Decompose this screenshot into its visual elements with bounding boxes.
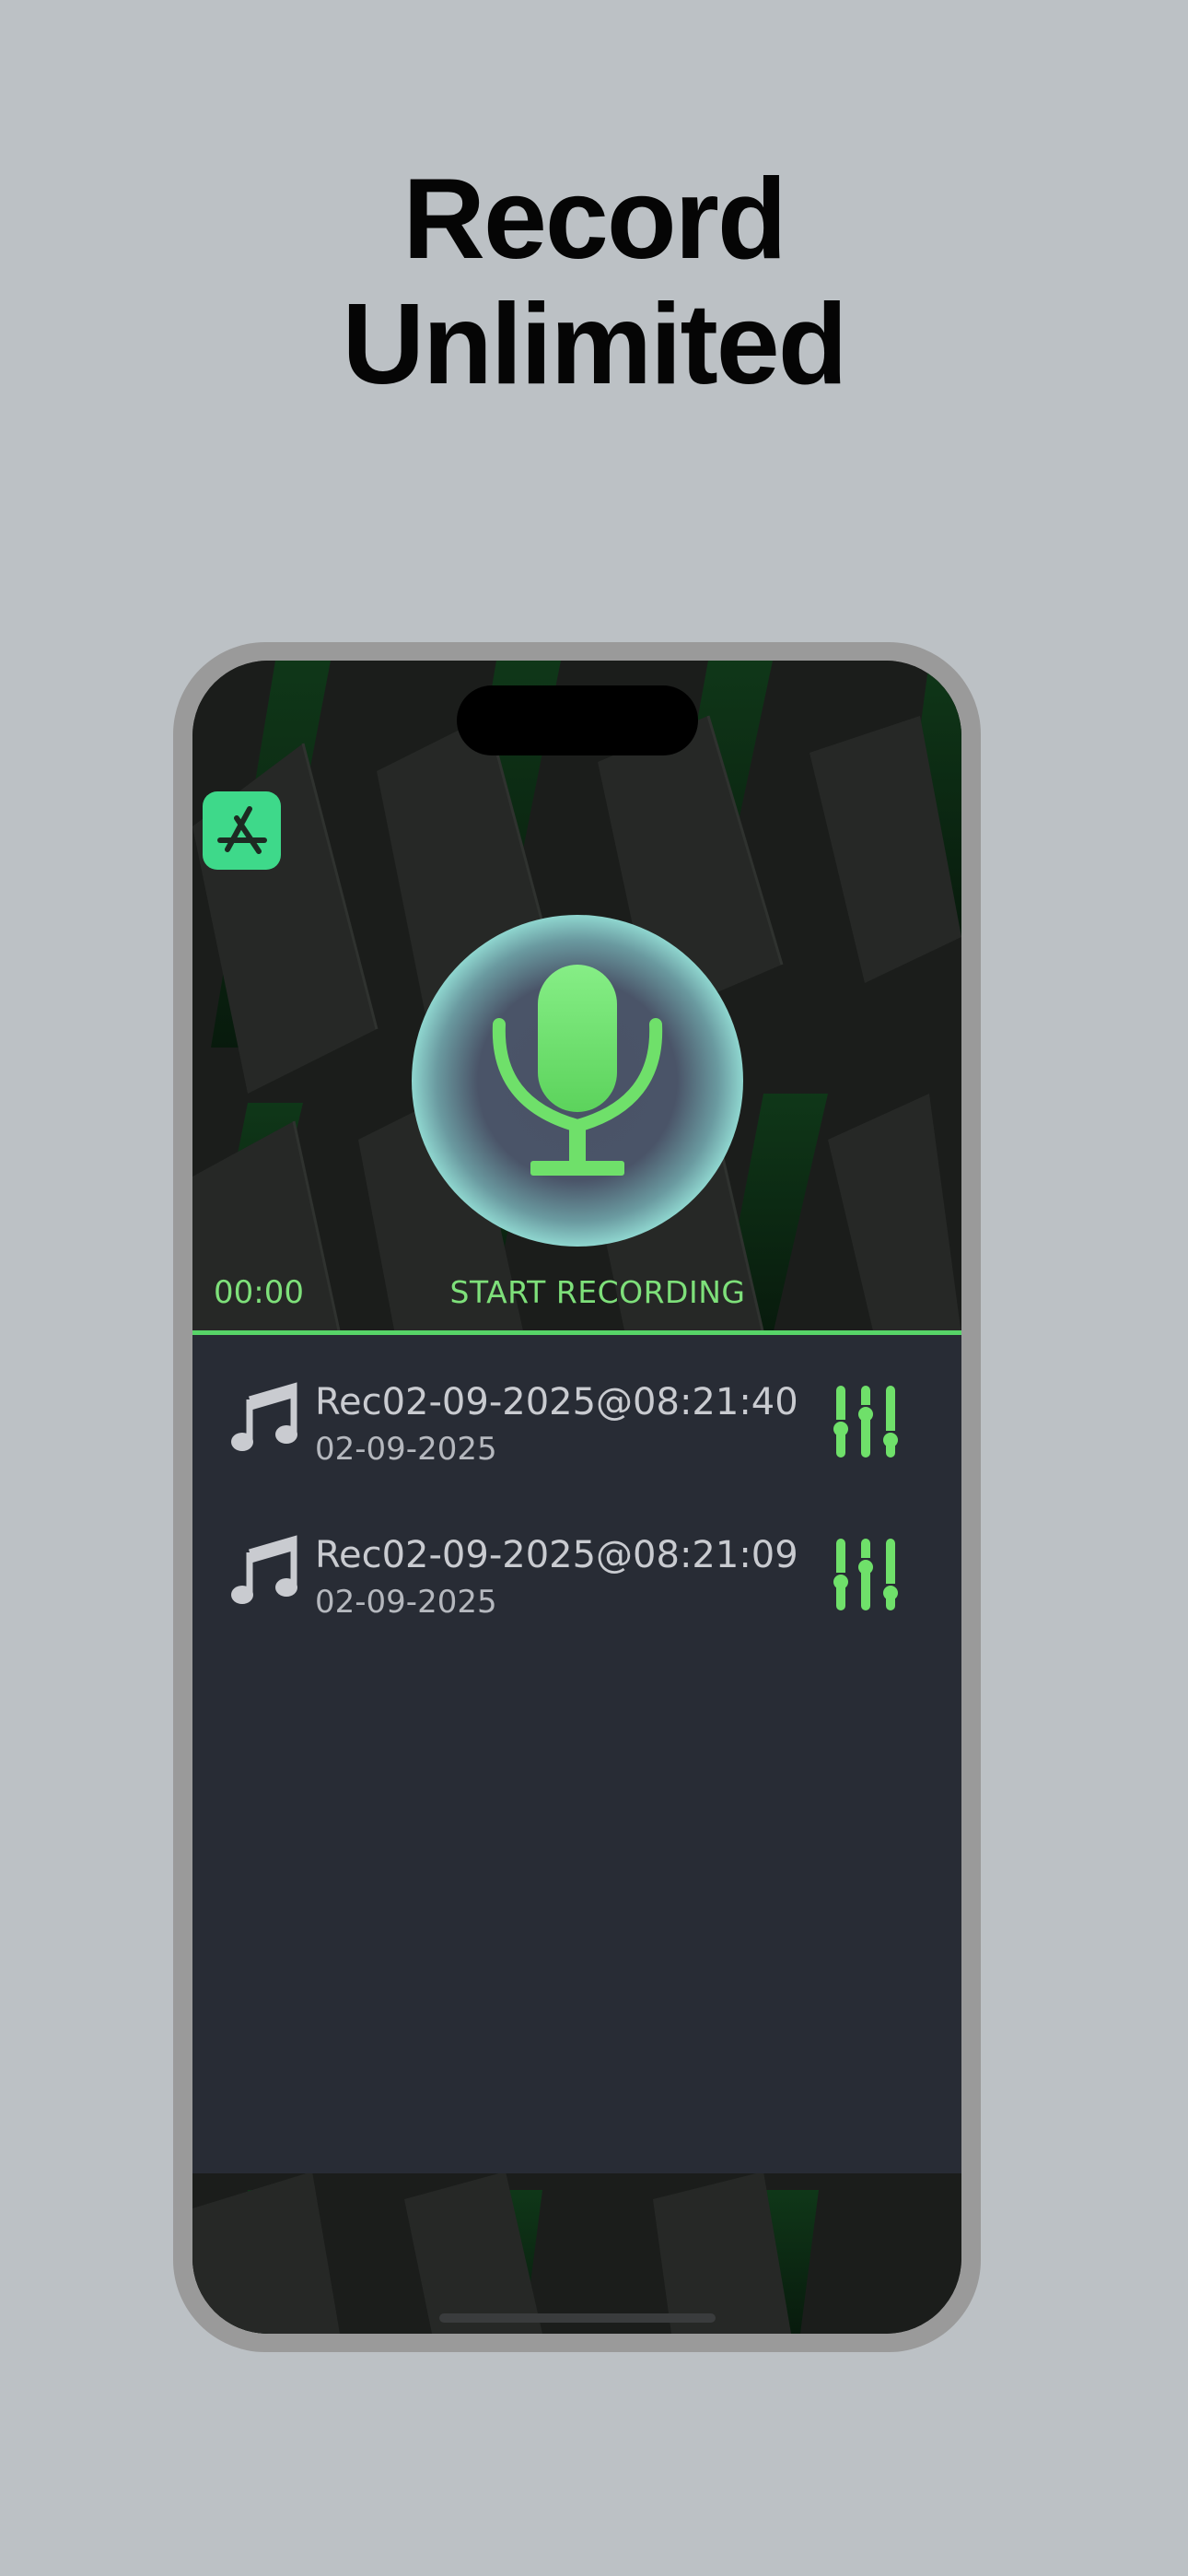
app-store-glyph-icon [216,805,267,854]
recording-item[interactable]: Rec02-09-2025@08:21:09 02-09-2025 [192,1506,961,1626]
recording-date: 02-09-2025 [315,1584,497,1621]
recording-name: Rec02-09-2025@08:21:40 [315,1381,798,1423]
music-note-icon [231,1382,297,1451]
headline-line-2: Unlimited [342,281,848,408]
recording-name: Rec02-09-2025@08:21:09 [315,1534,798,1576]
sliders-icon[interactable] [832,1385,900,1458]
recordings-list: Rec02-09-2025@08:21:40 02-09-2025 Rec02-… [192,1335,961,2173]
record-button[interactable] [411,914,744,1247]
recording-date: 02-09-2025 [315,1431,497,1468]
app-store-icon[interactable] [203,791,281,870]
sliders-icon[interactable] [832,1538,900,1611]
recording-timer: 00:00 [214,1274,304,1311]
home-indicator [439,2313,716,2323]
dynamic-island [457,685,698,755]
recording-item[interactable]: Rec02-09-2025@08:21:40 02-09-2025 [192,1353,961,1473]
music-note-icon [231,1535,297,1604]
phone-screen: 00:00 START RECORDING Rec02-09-2025@08:2… [192,661,961,2334]
headline: Record Unlimited [0,157,1188,407]
start-recording-button[interactable]: START RECORDING [413,1274,782,1310]
headline-line-1: Record [402,156,786,283]
